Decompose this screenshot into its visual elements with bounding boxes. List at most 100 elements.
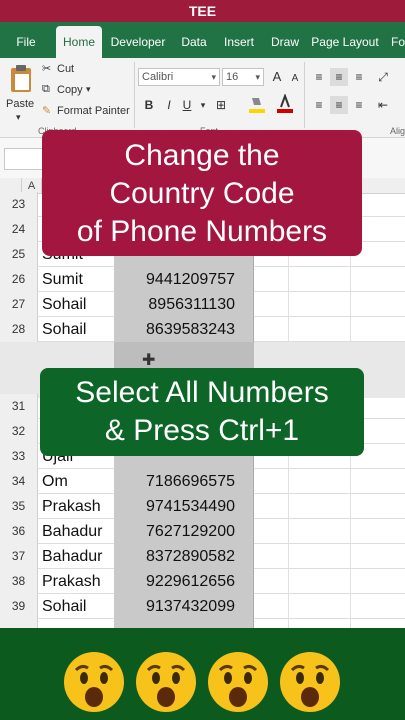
name-cell[interactable]: Sumit <box>42 267 83 292</box>
align-left-icon[interactable]: ≡ <box>310 96 328 114</box>
font-size-select[interactable]: 16 ▾ <box>222 68 264 86</box>
font-name-value: Calibri <box>142 71 174 83</box>
fill-color-icon[interactable] <box>248 94 266 113</box>
tab-formulas-partial[interactable]: Fo <box>388 26 405 58</box>
banner-line: & Press Ctrl+1 <box>104 414 300 447</box>
table-row: 28 Sohail 8639583243 <box>0 317 405 342</box>
divider <box>134 62 135 128</box>
copy-icon: ⧉ <box>42 83 50 95</box>
phone-cell[interactable]: 8372890582 <box>114 544 254 569</box>
phone-cell[interactable]: 8639583243 <box>114 317 254 342</box>
table-row <box>0 619 405 628</box>
clipboard-icon <box>11 65 31 92</box>
astonished-face-icon <box>208 652 268 712</box>
title-banner: Change the Country Code of Phone Numbers <box>42 130 362 256</box>
phone-cell[interactable]: 9229612656 <box>114 569 254 594</box>
banner-line: Select All Numbers <box>75 376 329 409</box>
name-cell[interactable]: Sohail <box>42 292 86 317</box>
name-cell[interactable]: Om <box>42 469 68 494</box>
alignment-group-label: Alig <box>390 126 405 136</box>
tab-home[interactable]: Home <box>56 26 102 58</box>
chevron-down-icon: ▾ <box>211 72 216 82</box>
name-cell[interactable]: Sohail <box>42 594 86 619</box>
phone-cell[interactable]: 8956311130 <box>114 292 254 317</box>
cut-button[interactable]: Cut <box>57 63 74 75</box>
tab-developer[interactable]: Developer <box>108 26 168 58</box>
row-number[interactable]: 32 <box>0 419 38 444</box>
align-middle-icon[interactable]: ≡ <box>330 68 348 86</box>
row-number[interactable]: 26 <box>0 267 38 292</box>
table-row: 36 Bahadur 7627129200 <box>0 519 405 544</box>
row-number[interactable]: 33 <box>0 444 38 469</box>
format-painter-button[interactable]: Format Painter <box>57 105 130 117</box>
underline-dropdown-icon[interactable]: ▾ <box>194 96 212 114</box>
name-cell[interactable]: Prakash <box>42 494 101 519</box>
row-number[interactable]: 23 <box>0 192 38 217</box>
format-painter-icon: ✎ <box>42 105 52 117</box>
phone-cell[interactable]: 7627129200 <box>114 519 254 544</box>
phone-cell[interactable] <box>114 619 254 628</box>
tab-page-layout[interactable]: Page Layout <box>310 26 380 58</box>
font-name-select[interactable]: Calibri ▾ <box>138 68 220 86</box>
row-number[interactable]: 34 <box>0 469 38 494</box>
align-bottom-icon[interactable]: ≡ <box>350 68 368 86</box>
grow-font-button[interactable]: A <box>268 68 286 86</box>
row-number[interactable]: 38 <box>0 569 38 594</box>
phone-cell[interactable]: 9441209757 <box>114 267 254 292</box>
decrease-indent-icon[interactable]: ⇤ <box>374 96 392 114</box>
align-top-icon[interactable]: ≡ <box>310 68 328 86</box>
row-number[interactable]: 31 <box>0 394 38 419</box>
banner-line: Change the <box>124 139 280 172</box>
font-color-icon[interactable] <box>276 93 294 113</box>
italic-button[interactable]: I <box>160 96 178 114</box>
orientation-icon[interactable]: ⤢ <box>374 68 392 86</box>
table-row: 35 Prakash 9741534490 <box>0 494 405 519</box>
paste-button[interactable]: Paste ▾ <box>6 64 36 123</box>
bold-button[interactable]: B <box>140 96 158 114</box>
emoji-strip <box>0 628 405 720</box>
banner-line: of Phone Numbers <box>76 215 328 248</box>
scissors-icon: ✂ <box>42 63 52 75</box>
tab-data[interactable]: Data <box>176 26 212 58</box>
ribbon-tabs: File Home Developer Data Insert Draw Pag… <box>0 22 405 58</box>
row-number[interactable] <box>0 619 38 628</box>
row-number[interactable]: 35 <box>0 494 38 519</box>
table-row: 26 Sumit 9441209757 <box>0 267 405 292</box>
app-title: TEE <box>188 3 217 19</box>
row-number[interactable]: 25 <box>0 242 38 267</box>
chevron-down-icon: ▾ <box>255 72 260 82</box>
paste-dropdown-icon[interactable]: ▾ <box>16 112 21 123</box>
instruction-banner: Select All Numbers & Press Ctrl+1 <box>40 368 364 456</box>
astonished-face-icon <box>136 652 196 712</box>
table-row: 34 Om 7186696575 <box>0 469 405 494</box>
row-number[interactable]: 27 <box>0 292 38 317</box>
name-cell[interactable]: Bahadur <box>42 544 103 569</box>
name-cell[interactable]: Prakash <box>42 569 101 594</box>
cell-cursor-icon: ✚ <box>142 352 156 369</box>
row-number[interactable]: 24 <box>0 217 38 242</box>
tab-draw[interactable]: Draw <box>266 26 304 58</box>
divider <box>304 62 305 128</box>
row-number[interactable]: 28 <box>0 317 38 342</box>
banner-line: Country Code <box>109 177 295 210</box>
row-number[interactable]: 36 <box>0 519 38 544</box>
phone-cell[interactable]: 7186696575 <box>114 469 254 494</box>
tab-file[interactable]: File <box>4 26 48 58</box>
align-right-icon[interactable]: ≡ <box>350 96 368 114</box>
astonished-face-icon <box>280 652 340 712</box>
tab-insert[interactable]: Insert <box>218 26 260 58</box>
ribbon-home: Paste ▾ ✂ Cut ⧉ Copy ▾ ✎ Format Painter … <box>0 58 405 138</box>
phone-cell[interactable]: 9137432099 <box>114 594 254 619</box>
row-number[interactable]: 39 <box>0 594 38 619</box>
row-number[interactable]: 37 <box>0 544 38 569</box>
borders-icon[interactable]: ⊞ <box>212 96 230 114</box>
copy-dropdown-icon[interactable]: ▾ <box>86 84 91 95</box>
name-cell[interactable]: Sohail <box>42 317 86 342</box>
shrink-font-button[interactable]: A <box>286 70 304 88</box>
paste-label: Paste <box>6 98 35 110</box>
table-row: 38 Prakash 9229612656 <box>0 569 405 594</box>
copy-button[interactable]: Copy <box>57 84 83 96</box>
phone-cell[interactable]: 9741534490 <box>114 494 254 519</box>
align-center-icon[interactable]: ≡ <box>330 96 348 114</box>
name-cell[interactable]: Bahadur <box>42 519 103 544</box>
